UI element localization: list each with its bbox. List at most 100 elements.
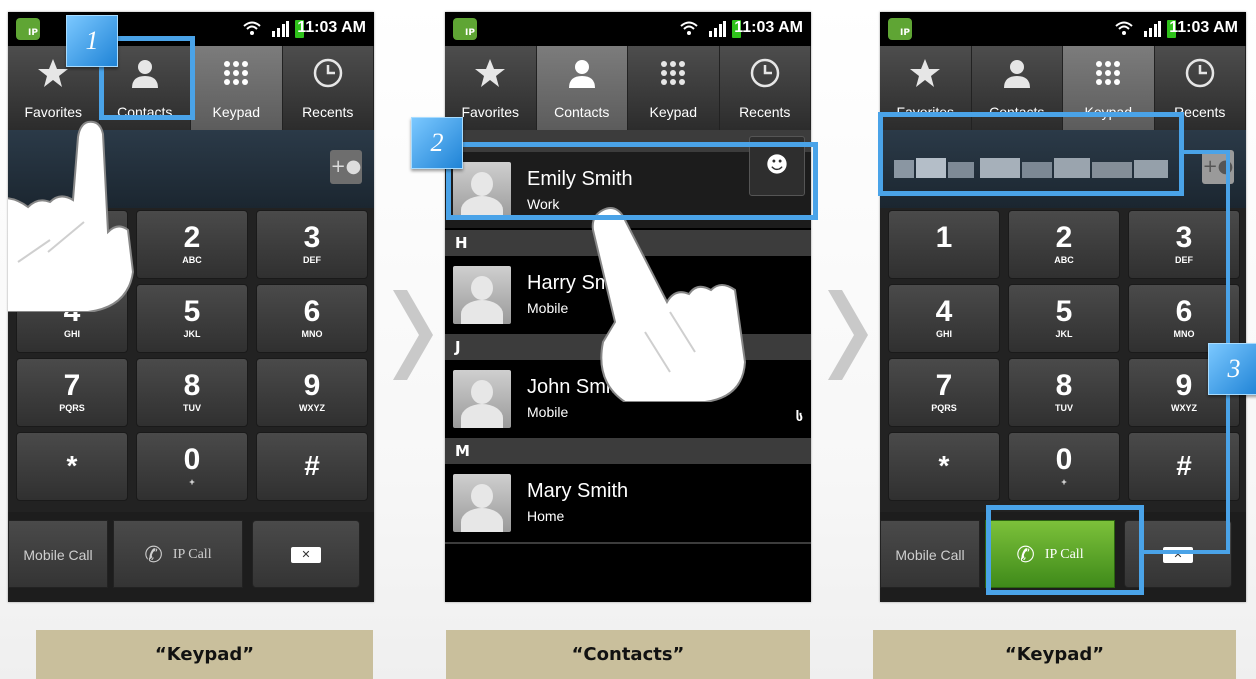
tab-label: Recents: [302, 104, 354, 120]
ip-call-label: IP Call: [172, 547, 212, 563]
key-digit: 8: [183, 369, 201, 402]
key-letters: JKL: [1055, 329, 1073, 339]
signal-icon: [272, 21, 289, 37]
highlight-number-display: [878, 112, 1184, 196]
add-contact-icon[interactable]: +●: [330, 150, 362, 184]
tab-keypad[interactable]: Keypad: [628, 46, 720, 130]
keypad-grid-icon: [1096, 61, 1121, 85]
status-time: 11:03 AM: [1169, 19, 1238, 36]
key-6[interactable]: 6 MNO: [256, 284, 368, 353]
key-star[interactable]: *: [888, 432, 1000, 501]
caption-keypad: “Keypad”: [36, 630, 373, 679]
wifi-icon: [1115, 21, 1133, 35]
highlight-contact-row: [446, 142, 818, 220]
contact-type: Mobile: [527, 300, 569, 316]
wifi-icon: [680, 21, 698, 35]
status-bar: IP 11:03 AM: [880, 12, 1246, 46]
key-digit: 7: [935, 369, 953, 402]
key-digit: 5: [1055, 295, 1073, 328]
key-letters: ABC: [1054, 255, 1074, 265]
ip-app-icon: IP: [16, 18, 40, 40]
next-chevron-icon: [828, 290, 868, 380]
tab-recents[interactable]: Recents: [282, 46, 374, 130]
key-letters: TUV: [1055, 403, 1073, 413]
step-badge-2: 2: [411, 117, 463, 169]
key-digit: 3: [303, 221, 321, 254]
section-header: M: [445, 438, 811, 464]
highlight-ip-call-button: [986, 505, 1144, 595]
ip-app-icon: IP: [888, 18, 912, 40]
mobile-call-button[interactable]: Mobile Call: [880, 520, 980, 588]
backspace-button[interactable]: ✕: [252, 520, 360, 588]
key-digit: 1: [935, 221, 953, 254]
contact-type: Mobile: [527, 404, 569, 420]
step-badge-3: 3: [1208, 343, 1256, 395]
key-digit: 2: [183, 221, 201, 254]
step-badge-1: 1: [66, 15, 118, 67]
key-3[interactable]: 3 DEF: [256, 210, 368, 279]
key-digit: 0: [1055, 443, 1073, 476]
mobile-call-button[interactable]: Mobile Call: [8, 520, 108, 588]
key-8[interactable]: 8 TUV: [1008, 358, 1120, 427]
key-hash[interactable]: #: [256, 432, 368, 501]
key-1[interactable]: 1: [888, 210, 1000, 279]
avatar: [453, 266, 511, 324]
key-0[interactable]: 0 +: [136, 432, 248, 501]
key-7[interactable]: 7 PQRS: [888, 358, 1000, 427]
key-letters: +: [189, 477, 195, 487]
contact-item-mary[interactable]: Mary Smith Home: [445, 464, 811, 540]
key-digit: 9: [303, 369, 321, 402]
key-digit: 0: [183, 443, 201, 476]
key-8[interactable]: 8 TUV: [136, 358, 248, 427]
key-4[interactable]: 4GHI: [888, 284, 1000, 353]
key-2[interactable]: 2 ABC: [1008, 210, 1120, 279]
list-divider: [445, 542, 811, 544]
key-letters: JKL: [183, 329, 201, 339]
key-9[interactable]: 9 WXYZ: [256, 358, 368, 427]
tab-label: Recents: [739, 104, 791, 120]
next-chevron-icon: [393, 290, 433, 380]
caption-contacts: “Contacts”: [446, 630, 810, 679]
key-digit: 4: [935, 295, 953, 328]
key-5[interactable]: 5 JKL: [136, 284, 248, 353]
status-time: 11:03 AM: [297, 19, 366, 36]
key-letters: WXYZ: [299, 403, 325, 413]
star-icon: [475, 59, 506, 87]
ip-call-button[interactable]: ✆ IP Call: [113, 520, 243, 588]
key-digit: *: [938, 450, 950, 481]
person-icon: [1003, 60, 1030, 88]
call-actions: Mobile Call ✆ IP Call ✕: [8, 512, 374, 602]
contact-name: Mary Smith: [527, 480, 629, 502]
tab-label: Contacts: [554, 104, 610, 120]
avatar: [453, 370, 511, 428]
tab-contacts[interactable]: Contacts: [536, 46, 628, 130]
key-5[interactable]: 5 JKL: [1008, 284, 1120, 353]
signal-icon: [709, 21, 726, 37]
tab-label: Keypad: [649, 104, 697, 120]
clock-icon: [313, 58, 342, 88]
key-letters: PQRS: [59, 403, 85, 413]
key-7[interactable]: 7 PQRS: [16, 358, 128, 427]
keypad-grid-icon: [661, 61, 686, 85]
key-star[interactable]: *: [16, 432, 128, 501]
phone-handset-icon: ✆: [144, 542, 163, 567]
key-letters: DEF: [303, 255, 321, 265]
phone-screen-contacts: IP 11:03 AM Favorites Contacts Keypad Re…: [445, 12, 811, 602]
tab-recents[interactable]: Recents: [719, 46, 811, 130]
signal-icon: [1144, 21, 1161, 37]
ip-app-icon: IP: [453, 18, 477, 40]
key-letters: TUV: [183, 403, 201, 413]
key-digit: 5: [183, 295, 201, 328]
clock-icon: [1185, 58, 1214, 88]
status-time: 11:03 AM: [734, 19, 803, 36]
key-letters: MNO: [301, 329, 323, 339]
key-0[interactable]: 0 +: [1008, 432, 1120, 501]
key-letters: GHI: [63, 329, 80, 339]
status-bar: IP 11:03 AM: [445, 12, 811, 46]
tab-keypad[interactable]: Keypad: [191, 46, 283, 130]
key-digit: 7: [63, 369, 81, 402]
pointing-hand-icon: [8, 120, 135, 312]
ip-contact-badge-icon: ს: [795, 410, 803, 425]
avatar: [453, 474, 511, 532]
key-2[interactable]: 2 ABC: [136, 210, 248, 279]
